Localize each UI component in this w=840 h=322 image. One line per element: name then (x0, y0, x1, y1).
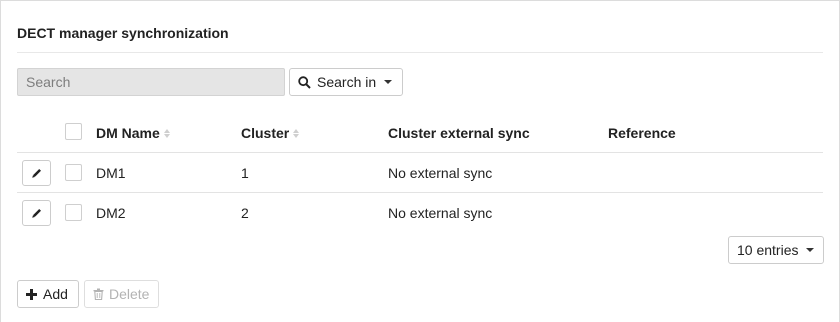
caret-down-icon (384, 80, 393, 84)
panel-title: DECT manager synchronization (17, 25, 229, 41)
column-header-label: DM Name (96, 125, 160, 141)
cell-dm-name: DM1 (96, 165, 126, 181)
column-header-label: Reference (608, 125, 676, 141)
plus-icon (26, 288, 37, 300)
header-divider (17, 152, 823, 153)
entries-label: 10 entries (737, 242, 799, 258)
pencil-icon (31, 169, 41, 178)
cell-cluster: 2 (241, 205, 249, 221)
sort-icon (163, 128, 170, 138)
edit-row-button[interactable] (22, 200, 51, 226)
search-in-label: Search in (317, 74, 377, 90)
select-all-checkbox[interactable] (65, 123, 82, 140)
delete-label: Delete (109, 286, 150, 302)
dect-sync-panel: DECT manager synchronization Search in D… (0, 0, 840, 322)
cell-cluster-external-sync: No external sync (388, 165, 493, 181)
pencil-icon (31, 209, 41, 218)
delete-button[interactable]: Delete (84, 280, 159, 308)
column-header-label: Cluster (241, 125, 290, 141)
entries-per-page-select[interactable]: 10 entries (728, 236, 824, 264)
column-header-reference: Reference (608, 125, 676, 141)
cell-cluster: 1 (241, 165, 249, 181)
title-divider (17, 52, 823, 53)
column-header-cluster[interactable]: Cluster (241, 125, 300, 141)
row-divider (17, 192, 823, 193)
cell-cluster-external-sync: No external sync (388, 205, 493, 221)
search-icon (298, 75, 311, 89)
search-input[interactable] (17, 68, 285, 96)
cell-dm-name: DM2 (96, 205, 126, 221)
column-header-label: Cluster external sync (388, 125, 530, 141)
search-in-button[interactable]: Search in (289, 68, 403, 96)
add-button[interactable]: Add (17, 280, 79, 308)
edit-row-button[interactable] (22, 160, 51, 186)
row-checkbox[interactable] (65, 204, 82, 221)
column-header-dm-name[interactable]: DM Name (96, 125, 170, 141)
sort-icon (293, 128, 300, 138)
column-header-cluster-external-sync: Cluster external sync (388, 125, 530, 141)
caret-down-icon (806, 248, 815, 252)
trash-icon (93, 288, 104, 300)
add-label: Add (43, 286, 68, 302)
row-checkbox[interactable] (65, 164, 82, 181)
